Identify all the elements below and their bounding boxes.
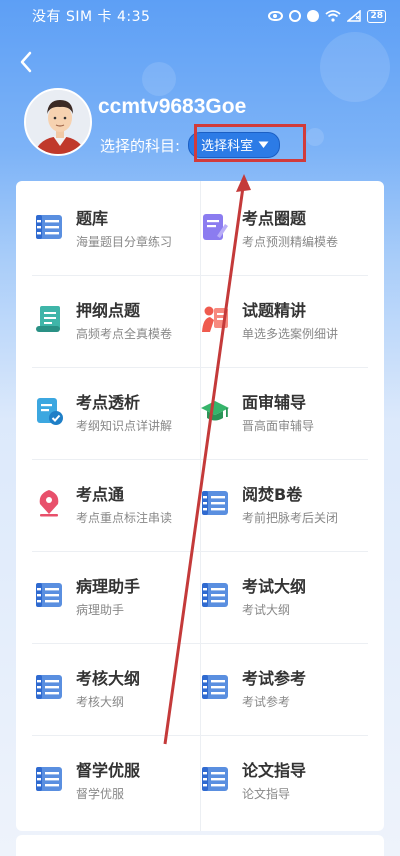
row-divider bbox=[32, 459, 368, 460]
battery-icon: 28 bbox=[367, 9, 386, 23]
avatar[interactable] bbox=[24, 88, 92, 156]
highlight-annotation-box bbox=[194, 124, 306, 162]
chevron-left-icon bbox=[20, 51, 32, 73]
column-divider bbox=[200, 181, 201, 831]
wifi-icon bbox=[325, 10, 342, 22]
row-divider bbox=[32, 735, 368, 736]
row-divider bbox=[32, 367, 368, 368]
eye-icon bbox=[268, 11, 284, 21]
menu-card bbox=[16, 181, 384, 831]
status-icons: 28 bbox=[268, 9, 386, 23]
row-divider bbox=[32, 275, 368, 276]
back-button[interactable] bbox=[14, 50, 38, 74]
status-bar: 没有 SIM 卡 4:35 28 bbox=[0, 0, 400, 32]
user-avatar-icon bbox=[26, 90, 90, 154]
row-divider bbox=[32, 643, 368, 644]
bg-bubble bbox=[142, 62, 176, 96]
mute-icon bbox=[307, 10, 320, 22]
row-divider bbox=[32, 551, 368, 552]
bg-bubble bbox=[306, 128, 324, 146]
next-card-edge bbox=[16, 835, 384, 856]
username: ccmtv9683Goe bbox=[98, 95, 247, 118]
carrier-time: 没有 SIM 卡 4:35 bbox=[32, 9, 151, 25]
subject-label: 选择的科目: bbox=[100, 136, 181, 155]
bg-bubble bbox=[320, 32, 390, 102]
no-signal-icon bbox=[347, 10, 362, 22]
alarm-icon bbox=[289, 10, 302, 22]
